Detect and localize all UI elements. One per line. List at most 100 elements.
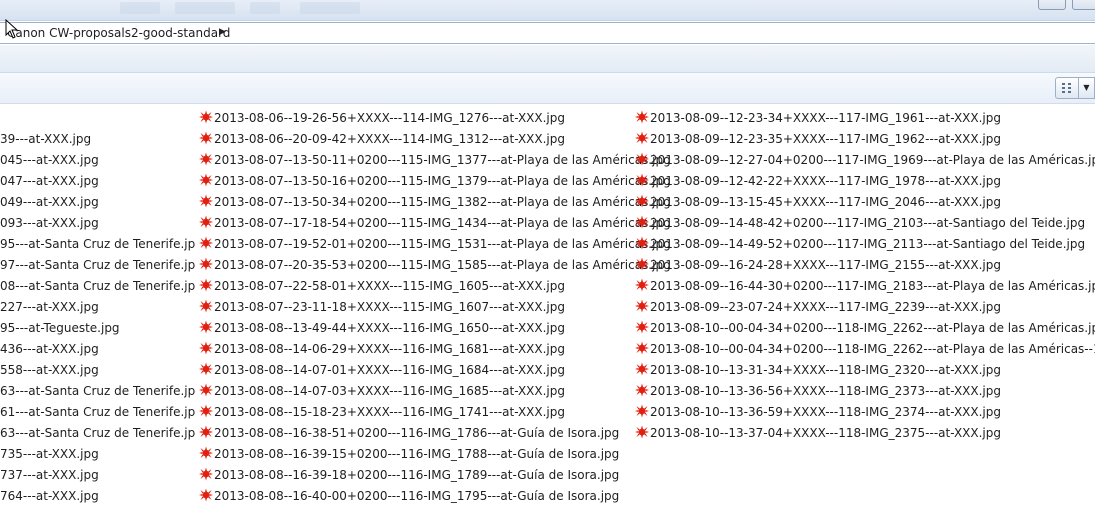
image-file-icon xyxy=(634,404,650,418)
list-item[interactable]: 2013-08-09--16-24-28+XXXX---117-IMG_2155… xyxy=(634,255,1095,276)
list-item[interactable]: 2013-08-08--14-06-29+XXXX---116-IMG_1681… xyxy=(198,339,671,360)
list-item[interactable]: 08---at-Santa Cruz de Tenerife.jpg xyxy=(0,276,196,297)
file-name: 045---at-XXX.jpg xyxy=(0,153,99,167)
breadcrumb-arrow-icon[interactable]: ▶ xyxy=(219,27,226,37)
toolbar: ▼ xyxy=(0,73,1095,104)
list-item[interactable]: 737---at-XXX.jpg xyxy=(0,465,196,486)
list-item[interactable]: 2013-08-07--23-11-18+XXXX---115-IMG_1607… xyxy=(198,297,671,318)
list-item[interactable]: 63---at-Santa Cruz de Tenerife.jpg xyxy=(0,381,196,402)
file-name: 2013-08-10--00-04-34+0200---118-IMG_2262… xyxy=(650,342,1095,356)
list-item[interactable]: 2013-08-06--20-09-42+XXXX---114-IMG_1312… xyxy=(198,129,671,150)
list-item[interactable]: 2013-08-07--17-18-54+0200---115-IMG_1434… xyxy=(198,213,671,234)
list-item[interactable]: 2013-08-08--14-07-01+XXXX---116-IMG_1684… xyxy=(198,360,671,381)
image-file-icon xyxy=(198,404,214,418)
list-item[interactable]: 2013-08-10--13-36-56+XXXX---118-IMG_2373… xyxy=(634,381,1095,402)
file-name: 2013-08-10--00-04-34+0200---118-IMG_2262… xyxy=(650,321,1095,335)
list-item[interactable]: 2013-08-08--16-40-00+0200---116-IMG_1795… xyxy=(198,486,671,507)
image-file-icon xyxy=(634,131,650,145)
file-name: 2013-08-08--14-07-03+XXXX---116-IMG_1685… xyxy=(214,384,565,398)
list-item[interactable]: 95---at-Santa Cruz de Tenerife.jpg xyxy=(0,234,196,255)
window-button[interactable] xyxy=(1072,0,1095,10)
list-item[interactable]: 047---at-XXX.jpg xyxy=(0,171,196,192)
image-file-icon xyxy=(634,341,650,355)
file-name: 2013-08-09--16-44-30+0200---117-IMG_2183… xyxy=(650,279,1095,293)
list-item[interactable]: 2013-08-07--13-50-11+0200---115-IMG_1377… xyxy=(198,150,671,171)
list-item[interactable]: 2013-08-06--19-26-56+XXXX---114-IMG_1276… xyxy=(198,108,671,129)
list-item[interactable]: 95---at-Tegueste.jpg xyxy=(0,318,196,339)
list-item[interactable]: 2013-08-09--16-44-30+0200---117-IMG_2183… xyxy=(634,276,1095,297)
image-file-icon xyxy=(634,236,650,250)
list-item[interactable]: 2013-08-09--12-27-04+0200---117-IMG_1969… xyxy=(634,150,1095,171)
list-item[interactable]: 2013-08-08--16-38-51+0200---116-IMG_1786… xyxy=(198,423,671,444)
list-item[interactable]: 2013-08-07--22-58-01+XXXX---115-IMG_1605… xyxy=(198,276,671,297)
menu-band xyxy=(0,45,1095,73)
image-file-icon xyxy=(198,131,214,145)
file-name: 2013-08-09--14-48-42+0200---117-IMG_2103… xyxy=(650,216,1086,230)
list-item[interactable]: 093---at-XXX.jpg xyxy=(0,213,196,234)
list-item[interactable]: 2013-08-09--12-42-22+XXXX---117-IMG_1978… xyxy=(634,171,1095,192)
list-item[interactable]: 39---at-XXX.jpg xyxy=(0,129,196,150)
list-item[interactable]: 2013-08-09--14-48-42+0200---117-IMG_2103… xyxy=(634,213,1095,234)
list-item[interactable]: 2013-08-10--00-04-34+0200---118-IMG_2262… xyxy=(634,318,1095,339)
file-name: 2013-08-08--16-38-51+0200---116-IMG_1786… xyxy=(214,426,620,440)
list-item[interactable]: 049---at-XXX.jpg xyxy=(0,192,196,213)
chevron-down-icon[interactable]: ▼ xyxy=(1079,77,1095,99)
file-name: 95---at-Tegueste.jpg xyxy=(0,321,120,335)
window-button[interactable] xyxy=(1038,0,1066,10)
file-name: 39---at-XXX.jpg xyxy=(0,132,92,146)
image-file-icon xyxy=(198,320,214,334)
image-file-icon xyxy=(634,320,650,334)
file-name: 2013-08-06--19-26-56+XXXX---114-IMG_1276… xyxy=(214,111,565,125)
file-name: 2013-08-09--12-42-22+XXXX---117-IMG_1978… xyxy=(650,174,1001,188)
list-item[interactable]: 2013-08-08--16-39-15+0200---116-IMG_1788… xyxy=(198,444,671,465)
file-name: 436---at-XXX.jpg xyxy=(0,342,99,356)
list-item[interactable]: 2013-08-07--13-50-16+0200---115-IMG_1379… xyxy=(198,171,671,192)
list-item[interactable]: 2013-08-07--20-35-53+0200---115-IMG_1585… xyxy=(198,255,671,276)
list-item[interactable]: 764---at-XXX.jpg xyxy=(0,486,196,507)
list-item[interactable]: 2013-08-08--16-39-18+0200---116-IMG_1789… xyxy=(198,465,671,486)
list-item[interactable]: 735---at-XXX.jpg xyxy=(0,444,196,465)
list-item[interactable]: 227---at-XXX.jpg xyxy=(0,297,196,318)
file-name: 2013-08-08--13-49-44+XXXX---116-IMG_1650… xyxy=(214,321,565,335)
list-item[interactable]: 558---at-XXX.jpg xyxy=(0,360,196,381)
list-item[interactable]: 61---at-Santa Cruz de Tenerife.jpg xyxy=(0,402,196,423)
list-item[interactable]: 2013-08-09--14-49-52+0200---117-IMG_2113… xyxy=(634,234,1095,255)
list-item[interactable]: 2013-08-10--13-36-59+XXXX---118-IMG_2374… xyxy=(634,402,1095,423)
list-item[interactable]: 2013-08-10--13-37-04+XXXX---118-IMG_2375… xyxy=(634,423,1095,444)
list-item[interactable]: 2013-08-09--13-15-45+XXXX---117-IMG_2046… xyxy=(634,192,1095,213)
file-name: 735---at-XXX.jpg xyxy=(0,447,99,461)
file-name: 63---at-Santa Cruz de Tenerife.jpg xyxy=(0,384,196,398)
list-item[interactable]: 2013-08-08--15-18-23+XXXX---116-IMG_1741… xyxy=(198,402,671,423)
file-column-1: 39---at-XXX.jpg 045---at-XXX.jpg 047---at-… xyxy=(0,129,196,507)
list-item[interactable]: 2013-08-08--13-49-44+XXXX---116-IMG_1650… xyxy=(198,318,671,339)
image-file-icon xyxy=(198,194,214,208)
image-file-icon xyxy=(198,278,214,292)
address-bar[interactable]: Canon CW-proposals2-good-standard ▶ xyxy=(0,22,1095,44)
list-item[interactable]: 2013-08-09--12-23-34+XXXX---117-IMG_1961… xyxy=(634,108,1095,129)
file-name: 2013-08-09--13-15-45+XXXX---117-IMG_2046… xyxy=(650,195,1001,209)
list-item[interactable]: 63---at-Santa Cruz de Tenerife.jpg xyxy=(0,423,196,444)
list-item[interactable]: 2013-08-09--12-23-35+XXXX---117-IMG_1962… xyxy=(634,129,1095,150)
view-options-icon[interactable] xyxy=(1055,77,1079,99)
list-item[interactable]: 2013-08-07--13-50-34+0200---115-IMG_1382… xyxy=(198,192,671,213)
file-name: 2013-08-09--16-24-28+XXXX---117-IMG_2155… xyxy=(650,258,1001,272)
list-item[interactable]: 436---at-XXX.jpg xyxy=(0,339,196,360)
file-name: 2013-08-10--13-37-04+XXXX---118-IMG_2375… xyxy=(650,426,1001,440)
list-item[interactable]: 2013-08-07--19-52-01+0200---115-IMG_1531… xyxy=(198,234,671,255)
file-name: 2013-08-10--13-31-34+XXXX---118-IMG_2320… xyxy=(650,363,1001,377)
file-name: 2013-08-07--23-11-18+XXXX---115-IMG_1607… xyxy=(214,300,565,314)
image-file-icon xyxy=(634,215,650,229)
list-item[interactable]: 2013-08-10--00-04-34+0200---118-IMG_2262… xyxy=(634,339,1095,360)
list-item[interactable]: 045---at-XXX.jpg xyxy=(0,150,196,171)
list-item[interactable]: 2013-08-08--14-07-03+XXXX---116-IMG_1685… xyxy=(198,381,671,402)
file-name: 2013-08-08--15-18-23+XXXX---116-IMG_1741… xyxy=(214,405,565,419)
list-item[interactable]: 97---at-Santa Cruz de Tenerife.jpg xyxy=(0,255,196,276)
file-name: 2013-08-10--13-36-56+XXXX---118-IMG_2373… xyxy=(650,384,1001,398)
breadcrumb[interactable]: Canon CW-proposals2-good-standard xyxy=(7,26,230,40)
image-file-icon xyxy=(634,152,650,166)
list-item[interactable]: 2013-08-10--13-31-34+XXXX---118-IMG_2320… xyxy=(634,360,1095,381)
file-name: 2013-08-07--17-18-54+0200---115-IMG_1434… xyxy=(214,216,671,230)
image-file-icon xyxy=(634,257,650,271)
file-name: 764---at-XXX.jpg xyxy=(0,489,99,503)
list-item[interactable]: 2013-08-09--23-07-24+XXXX---117-IMG_2239… xyxy=(634,297,1095,318)
